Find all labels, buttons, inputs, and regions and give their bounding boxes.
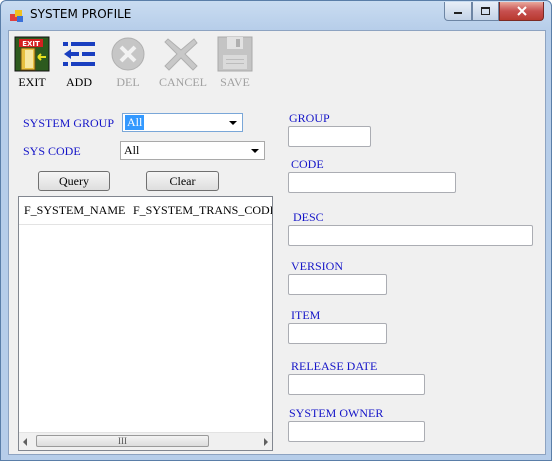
close-icon — [516, 6, 527, 16]
release-date-label: RELEASE DATE — [291, 359, 378, 373]
title-bar[interactable]: SYSTEM PROFILE — [1, 1, 551, 31]
exit-door-icon: EXIT — [13, 35, 51, 73]
add-arrow-icon — [60, 35, 98, 73]
horizontal-scrollbar[interactable]: III — [19, 432, 272, 450]
maximize-icon — [481, 7, 490, 15]
cancel-button[interactable]: CANCEL — [159, 35, 207, 90]
scroll-thumb[interactable]: III — [36, 435, 209, 447]
close-button[interactable] — [499, 2, 544, 21]
svg-text:EXIT: EXIT — [22, 40, 40, 48]
system-group-value: All — [125, 115, 145, 130]
desc-field[interactable] — [288, 225, 533, 246]
code-label: CODE — [291, 157, 324, 171]
cancel-x-icon — [162, 35, 200, 73]
column-header-system-trans-code[interactable]: F_SYSTEM_TRANS_CODE — [133, 203, 272, 218]
client-area: EXIT EXIT ADD DEL CANCEL SAVE SYSTEM GRO… — [8, 30, 546, 455]
scroll-right-icon[interactable] — [264, 438, 268, 446]
scroll-left-icon[interactable] — [23, 438, 27, 446]
group-label: GROUP — [289, 111, 330, 125]
release-date-field[interactable] — [288, 374, 425, 395]
save-button[interactable]: SAVE — [213, 35, 257, 90]
sys-code-label: SYS CODE — [23, 144, 81, 158]
exit-button[interactable]: EXIT EXIT — [10, 35, 54, 90]
system-profile-window: SYSTEM PROFILE EXIT EXIT ADD DEL CANCEL … — [0, 0, 552, 461]
minimize-icon — [454, 12, 462, 14]
sys-code-value: All — [124, 143, 140, 157]
system-group-select[interactable]: All — [122, 113, 243, 132]
system-group-label: SYSTEM GROUP — [23, 116, 115, 130]
item-label: ITEM — [291, 308, 321, 322]
save-label: SAVE — [220, 75, 250, 89]
item-field[interactable] — [288, 323, 387, 344]
system-owner-field[interactable] — [288, 421, 425, 442]
code-field[interactable] — [288, 172, 456, 193]
group-field[interactable] — [288, 126, 371, 147]
column-header-system-name[interactable]: F_SYSTEM_NAME — [24, 203, 125, 218]
app-icon — [10, 10, 23, 22]
sys-code-select[interactable]: All — [120, 141, 265, 160]
version-field[interactable] — [288, 274, 387, 295]
version-label: VERSION — [291, 259, 344, 273]
add-label: ADD — [66, 75, 92, 89]
delete-label: DEL — [116, 75, 140, 89]
save-disk-icon — [216, 35, 254, 73]
delete-button[interactable]: DEL — [106, 35, 150, 90]
system-owner-label: SYSTEM OWNER — [289, 406, 384, 420]
delete-x-circle-icon — [109, 35, 147, 73]
clear-button[interactable]: Clear — [146, 171, 219, 191]
minimize-button[interactable] — [444, 2, 472, 21]
query-button[interactable]: Query — [38, 171, 110, 191]
chevron-down-icon — [229, 121, 237, 125]
window-title: SYSTEM PROFILE — [30, 7, 132, 21]
chevron-down-icon — [251, 149, 259, 153]
add-button[interactable]: ADD — [57, 35, 101, 90]
exit-label: EXIT — [18, 75, 46, 89]
desc-label: DESC — [293, 210, 324, 224]
cancel-label: CANCEL — [159, 75, 207, 89]
maximize-button[interactable] — [472, 2, 499, 21]
system-list-grid[interactable]: F_SYSTEM_NAME F_SYSTEM_TRANS_CODE III — [18, 196, 273, 451]
grid-header: F_SYSTEM_NAME F_SYSTEM_TRANS_CODE — [19, 197, 272, 225]
